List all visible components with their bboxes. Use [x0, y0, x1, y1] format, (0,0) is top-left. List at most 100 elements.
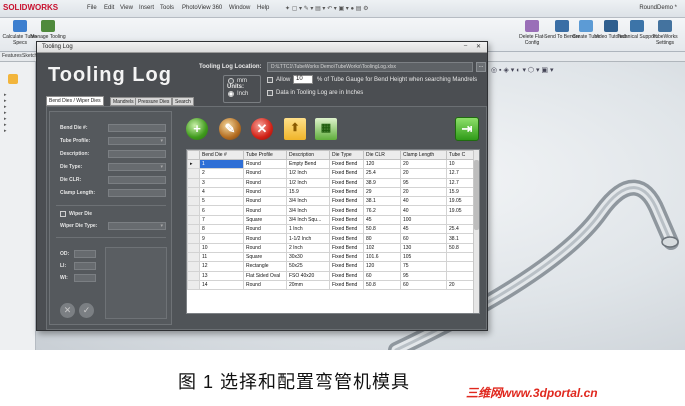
- table-cell[interactable]: 20: [400, 186, 447, 198]
- tab-mandrels[interactable]: Mandrels: [110, 97, 137, 106]
- exit-button[interactable]: ⇥: [455, 117, 479, 141]
- table-cell[interactable]: Fixed Bend: [329, 270, 364, 281]
- table-cell[interactable]: FSO 40x20: [286, 270, 330, 281]
- table-cell[interactable]: Round: [243, 186, 287, 198]
- table-row[interactable]: 7 Square 3/4 Inch Squ... Fixed Bend 45 100: [187, 214, 475, 226]
- row-header[interactable]: [187, 186, 200, 198]
- table-cell[interactable]: 80: [363, 233, 401, 244]
- confirm-button[interactable]: ✓: [79, 303, 94, 318]
- menu-photoview[interactable]: PhotoView 360: [182, 5, 222, 11]
- col-tube-profile[interactable]: Tube Profile: [243, 150, 287, 160]
- table-cell[interactable]: Flat Sided Oval: [243, 270, 287, 281]
- col-description[interactable]: Description: [286, 150, 330, 160]
- table-row[interactable]: ▸ 1 Round Empty Bend Fixed Bend 120 20 10: [187, 158, 475, 170]
- row-header[interactable]: [187, 242, 200, 253]
- table-cell[interactable]: 60: [363, 270, 401, 281]
- table-cell[interactable]: 1/2 Inch: [286, 177, 330, 188]
- grid-scroll-thumb[interactable]: [474, 160, 479, 230]
- table-cell[interactable]: 9: [199, 233, 244, 244]
- table-cell[interactable]: 102: [363, 242, 401, 253]
- table-cell[interactable]: 1-1/2 Inch: [286, 233, 330, 244]
- row-header[interactable]: [187, 233, 200, 244]
- table-cell[interactable]: 76.2: [363, 205, 401, 216]
- table-cell[interactable]: 1 Inch: [286, 224, 330, 235]
- table-cell[interactable]: 105: [400, 251, 447, 263]
- table-cell[interactable]: 50.8: [446, 242, 475, 253]
- table-row[interactable]: 10 Round 2 Inch Fixed Bend 102 130 50.8: [187, 242, 475, 253]
- table-cell[interactable]: 95: [400, 270, 447, 281]
- table-cell[interactable]: Fixed Bend: [329, 251, 364, 263]
- dialog-titlebar[interactable]: Tooling Log – ✕: [37, 42, 487, 53]
- table-cell[interactable]: 1: [199, 158, 244, 170]
- table-cell[interactable]: Fixed Bend: [329, 158, 364, 170]
- tube-profile-select[interactable]: ▾: [108, 137, 166, 145]
- table-cell[interactable]: 8: [199, 224, 244, 235]
- table-cell[interactable]: 40: [400, 196, 447, 207]
- table-cell[interactable]: [446, 261, 475, 272]
- die-type-select[interactable]: ▾: [108, 163, 166, 171]
- table-cell[interactable]: Fixed Bend: [329, 233, 364, 244]
- allow-checkbox[interactable]: [267, 77, 273, 83]
- table-cell[interactable]: 20: [400, 168, 447, 179]
- table-cell[interactable]: 120: [363, 158, 401, 170]
- menu-window[interactable]: Window: [229, 5, 250, 11]
- table-cell[interactable]: 50.8: [363, 224, 401, 235]
- table-cell[interactable]: 10: [199, 242, 244, 253]
- table-cell[interactable]: [446, 214, 475, 226]
- table-cell[interactable]: Round: [243, 196, 287, 207]
- table-cell[interactable]: 15.9: [446, 186, 475, 198]
- units-mm-radio[interactable]: [228, 78, 234, 84]
- table-cell[interactable]: Fixed Bend: [329, 186, 364, 198]
- table-row[interactable]: 3 Round 1/2 Inch Fixed Bend 38.9 95 12.7: [187, 177, 475, 188]
- export-button[interactable]: ▦: [315, 118, 337, 140]
- table-cell[interactable]: 3/4 Inch: [286, 205, 330, 216]
- table-cell[interactable]: 38.1: [446, 233, 475, 244]
- table-row[interactable]: 8 Round 1 Inch Fixed Bend 50.8 45 25.4: [187, 224, 475, 235]
- table-cell[interactable]: 60: [400, 233, 447, 244]
- table-cell[interactable]: Round: [243, 168, 287, 179]
- browse-button[interactable]: ...: [476, 62, 486, 72]
- table-cell[interactable]: 2 Inch: [286, 242, 330, 253]
- table-cell[interactable]: Round: [243, 233, 287, 244]
- table-cell[interactable]: 15.9: [286, 186, 330, 198]
- wi-field[interactable]: [74, 274, 96, 282]
- row-header[interactable]: [187, 196, 200, 207]
- units-inch-radio[interactable]: [228, 91, 234, 97]
- row-header[interactable]: [187, 177, 200, 188]
- table-cell[interactable]: 14: [199, 279, 244, 291]
- table-row[interactable]: 11 Square 30x30 Fixed Bend 101.6 105: [187, 251, 475, 263]
- table-row[interactable]: 9 Round 1-1/2 Inch Fixed Bend 80 60 38.1: [187, 233, 475, 244]
- table-cell[interactable]: 11: [199, 251, 244, 263]
- table-cell[interactable]: [446, 251, 475, 263]
- table-cell[interactable]: Fixed Bend: [329, 242, 364, 253]
- table-cell[interactable]: [446, 270, 475, 281]
- table-row[interactable]: 13 Flat Sided Oval FSO 40x20 Fixed Bend 60 95: [187, 270, 475, 281]
- table-cell[interactable]: 1/2 Inch: [286, 168, 330, 179]
- inch-data-checkbox[interactable]: [267, 90, 273, 96]
- cmd-manage-tooling[interactable]: Manage Tooling: [28, 20, 68, 40]
- table-cell[interactable]: 25.4: [446, 224, 475, 235]
- table-cell[interactable]: 20mm: [286, 279, 330, 291]
- table-row[interactable]: 2 Round 1/2 Inch Fixed Bend 25.4 20 12.7: [187, 168, 475, 179]
- table-cell[interactable]: 100: [400, 214, 447, 226]
- tab-sketch[interactable]: Sketch: [22, 53, 37, 59]
- tooling-grid[interactable]: Bend Die # Tube Profile Description Die …: [186, 149, 480, 314]
- table-cell[interactable]: 3: [199, 177, 244, 188]
- row-header[interactable]: [187, 270, 200, 281]
- table-row[interactable]: 12 Rectangle 50x25 Fixed Bend 120 75: [187, 261, 475, 272]
- row-header[interactable]: [187, 224, 200, 235]
- table-cell[interactable]: 60: [400, 279, 447, 291]
- col-die-clr[interactable]: Die CLR: [363, 150, 401, 160]
- table-cell[interactable]: Round: [243, 224, 287, 235]
- row-header[interactable]: [187, 205, 200, 216]
- table-cell[interactable]: 130: [400, 242, 447, 253]
- bend-die-field[interactable]: [108, 124, 166, 132]
- tab-features[interactable]: Features: [2, 53, 22, 59]
- table-row[interactable]: 5 Round 3/4 Inch Fixed Bend 38.1 40 19.05: [187, 196, 475, 207]
- table-cell[interactable]: Fixed Bend: [329, 168, 364, 179]
- minimize-icon[interactable]: –: [461, 43, 470, 51]
- table-cell[interactable]: 3/4 Inch Squ...: [286, 214, 330, 226]
- allow-value-input[interactable]: 10: [293, 75, 313, 84]
- die-clr-field[interactable]: [108, 176, 166, 184]
- menu-help[interactable]: Help: [257, 5, 269, 11]
